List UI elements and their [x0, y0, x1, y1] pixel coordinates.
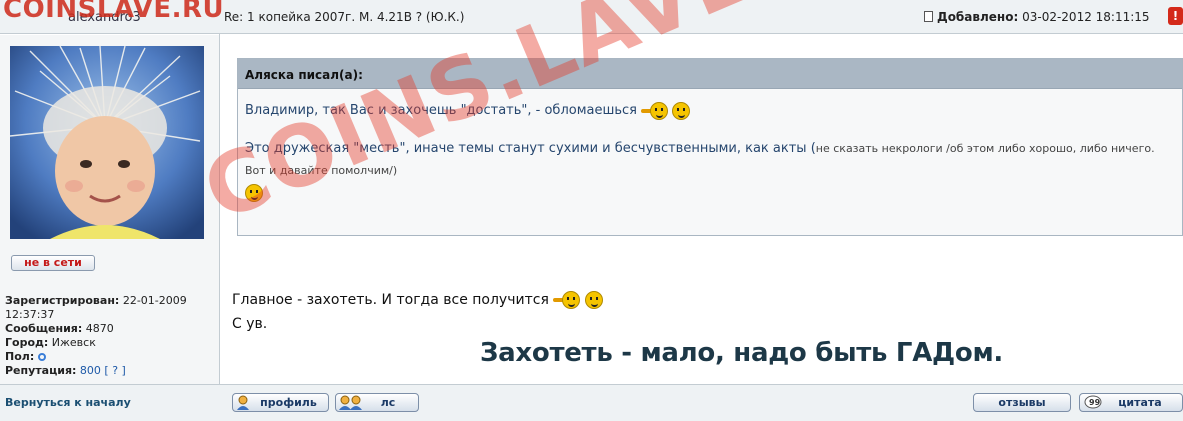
smiley-icon [562, 291, 581, 309]
messages-row: Сообщения: 4870 [5, 322, 217, 336]
post-line-1-text: Главное - захотеть. И тогда все получитс… [232, 292, 549, 308]
report-icon[interactable]: ! [1168, 7, 1183, 25]
column-divider [219, 34, 220, 421]
reviews-button[interactable]: отзывы [973, 393, 1071, 412]
reputation-label: Репутация: [5, 364, 77, 377]
added-value: 03-02-2012 18:11:15 [1022, 10, 1150, 24]
post-footer-bar: Вернуться к началу профиль лс отзывы 99 … [0, 384, 1183, 421]
grin-smiley-icon [584, 291, 603, 309]
added-label: Добавлено: [937, 10, 1019, 24]
messages-value: 4870 [85, 322, 114, 335]
gender-label: Пол: [5, 350, 35, 363]
victory-smiley-icon [672, 101, 691, 120]
quote-line-3 [245, 182, 1174, 204]
post-content: Главное - захотеть. И тогда все получитс… [232, 288, 603, 336]
avatar-image [10, 46, 204, 239]
quote-button-label: цитата [1118, 396, 1162, 409]
avatar [10, 46, 204, 239]
post-line-1: Главное - захотеть. И тогда все получитс… [232, 288, 603, 312]
post-document-icon[interactable] [924, 11, 933, 22]
reputation-help-link[interactable]: [ ? ] [104, 364, 125, 377]
registered-label: Зарегистрирован: [5, 294, 120, 307]
reputation-value[interactable]: 800 [80, 364, 101, 377]
pm-button-label: лс [380, 396, 396, 409]
offline-status-button[interactable]: не в сети [11, 255, 95, 271]
smiley-icon [650, 101, 669, 120]
back-to-top-link[interactable]: Вернуться к началу [5, 396, 131, 409]
quote-button[interactable]: 99 цитата [1079, 393, 1183, 412]
watermark-top: COINSLAVE.RU [3, 0, 225, 24]
svg-text:99: 99 [1089, 398, 1101, 407]
reviews-button-label: отзывы [998, 396, 1046, 409]
user-profile-panel: не в сети Зарегистрирован: 22-01-2009 12… [0, 35, 219, 385]
post-added-date: Добавлено: 03-02-2012 18:11:15 [924, 10, 1150, 24]
messages-label: Сообщения: [5, 322, 83, 335]
pm-button[interactable]: лс [335, 393, 419, 412]
post-subject: Re: 1 копейка 2007г. М. 4.21В ? (Ю.К.) [224, 10, 465, 24]
city-row: Город: Ижевск [5, 336, 217, 350]
male-icon [37, 353, 46, 361]
users-icon [339, 395, 362, 410]
profile-button-label: профиль [260, 396, 317, 409]
user-icon [237, 395, 249, 410]
user-info: Зарегистрирован: 22-01-2009 12:37:37 Соо… [5, 294, 217, 378]
reputation-row: Репутация: 800 [ ? ] [5, 364, 217, 378]
post-line-2: С ув. [232, 316, 268, 332]
gender-row: Пол: [5, 350, 217, 364]
city-label: Город: [5, 336, 49, 349]
profile-button[interactable]: профиль [232, 393, 329, 412]
signature: Захотеть - мало, надо быть ГАДом. [480, 338, 1003, 368]
registered-row: Зарегистрирован: 22-01-2009 12:37:37 [5, 294, 217, 322]
quote-bubble-icon: 99 [1084, 395, 1102, 409]
city-value: Ижевск [51, 336, 96, 349]
